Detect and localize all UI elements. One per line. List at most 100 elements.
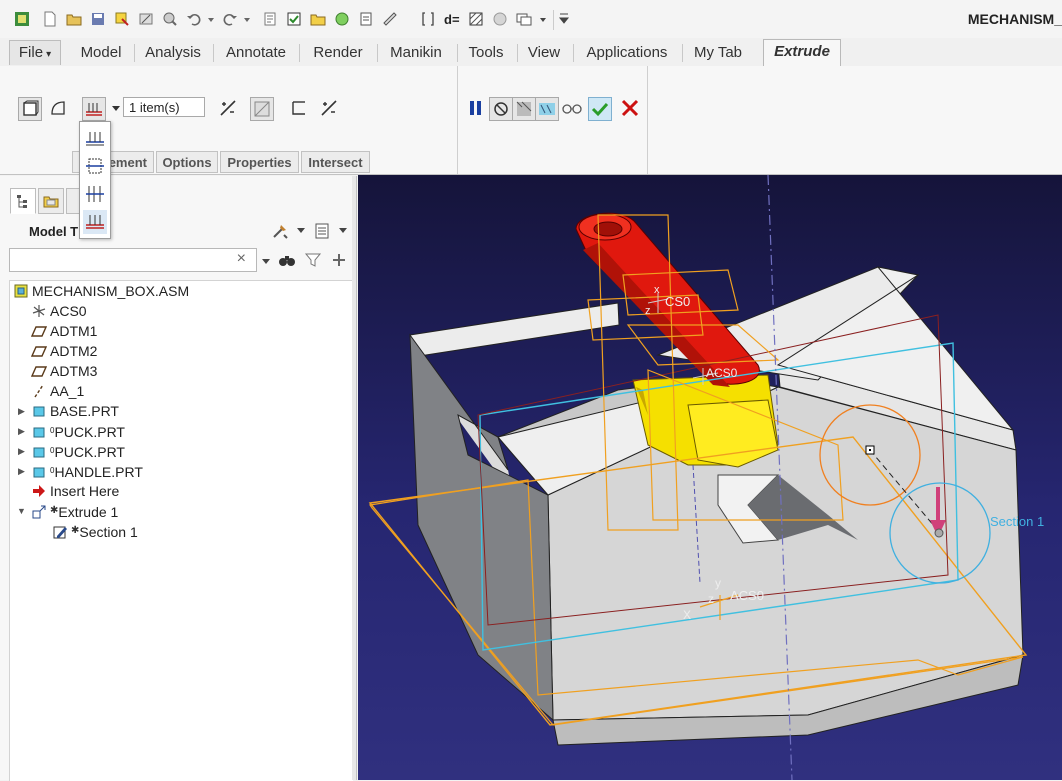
relations-icon[interactable]	[262, 11, 278, 27]
customize-icon[interactable]	[558, 11, 570, 27]
redo-dropdown-icon[interactable]	[242, 11, 252, 27]
collapse-icon[interactable]: ▼	[17, 506, 26, 516]
depth-through-all-icon[interactable]	[83, 210, 107, 234]
extrude-surface-icon[interactable]	[47, 96, 71, 120]
tab-extrude[interactable]: Extrude	[763, 39, 841, 67]
tree-search-input[interactable]: ×	[9, 248, 257, 272]
chevron-down-icon: ▾	[46, 49, 52, 60]
window-icon[interactable]	[138, 11, 154, 27]
find-icon[interactable]	[278, 252, 296, 268]
ok-button[interactable]	[588, 97, 612, 121]
undo-icon[interactable]	[186, 11, 202, 27]
checklist-icon[interactable]	[286, 11, 302, 27]
depth-dropdown-icon[interactable]	[111, 103, 121, 113]
open-icon[interactable]	[66, 11, 82, 27]
thicken-sketch-icon[interactable]	[287, 96, 311, 120]
search-dropdown-icon[interactable]	[262, 257, 270, 265]
tree-item-base[interactable]: BASE.PRT	[31, 401, 119, 421]
windows-icon[interactable]	[516, 11, 532, 27]
tree-item-puck-2[interactable]: 0PUCK.PRT	[31, 441, 125, 461]
brackets-icon[interactable]	[420, 11, 436, 27]
tab-my-tab[interactable]: My Tab	[685, 41, 751, 65]
thicken-flip-icon[interactable]	[317, 96, 341, 120]
folder-browser-tab[interactable]	[38, 188, 64, 214]
extrude-icon	[32, 505, 46, 519]
tree-item-adtm1[interactable]: ADTM1	[31, 321, 97, 341]
subtab-intersect[interactable]: Intersect	[301, 151, 370, 173]
tree-item-aa1[interactable]: AA_1	[31, 381, 84, 401]
clear-search-icon[interactable]: ×	[237, 250, 246, 268]
windows-dropdown-icon[interactable]	[538, 11, 548, 27]
tree-item-handle[interactable]: 0HANDLE.PRT	[31, 461, 143, 481]
tab-file[interactable]: File ▾	[9, 40, 61, 65]
tab-render[interactable]: Render	[302, 41, 374, 65]
toolbar-divider	[553, 10, 554, 30]
close-window-icon[interactable]	[162, 11, 178, 27]
filter-icon[interactable]	[304, 252, 322, 268]
regenerate-icon[interactable]	[114, 11, 130, 27]
pause-icon[interactable]	[464, 96, 488, 120]
tree-item-adtm3[interactable]: ADTM3	[31, 361, 97, 381]
status-icon[interactable]	[492, 11, 508, 27]
tab-tools[interactable]: Tools	[460, 41, 512, 65]
tree-item-acs0[interactable]: ACS0	[31, 301, 87, 321]
model-tree-tab[interactable]	[10, 188, 36, 214]
model-graphics: Section 1 ACS0 CS0 ACS0 y z X x z	[368, 175, 1044, 780]
tab-model[interactable]: Model	[70, 41, 132, 65]
show-icon[interactable]	[314, 222, 330, 240]
tab-annotate[interactable]: Annotate	[216, 41, 296, 65]
expand-icon[interactable]: ▶	[18, 406, 25, 417]
no-preview-icon[interactable]	[489, 97, 513, 121]
favorites-tab[interactable]	[66, 188, 80, 214]
subtab-options[interactable]: Options	[156, 151, 218, 173]
depth-value-input[interactable]: 1 item(s)	[123, 97, 205, 117]
tree-item-section-1[interactable]: ✱Section 1	[52, 521, 138, 541]
new-icon[interactable]	[42, 11, 58, 27]
flip-direction-icon[interactable]	[216, 96, 240, 120]
depth-through-all-icon[interactable]	[82, 97, 106, 121]
hatch-icon[interactable]	[468, 11, 484, 27]
folder-icon	[43, 196, 59, 208]
graphics-window[interactable]: Section 1 ACS0 CS0 ACS0 y z X x z	[358, 175, 1062, 780]
settings-dropdown-icon[interactable]	[297, 226, 305, 234]
preview-icon[interactable]	[512, 97, 536, 121]
expand-icon[interactable]: ▶	[18, 466, 25, 477]
tab-applications[interactable]: Applications	[576, 41, 678, 65]
save-icon[interactable]	[90, 11, 106, 27]
tree-item-assembly[interactable]: MECHANISM_BOX.ASM	[13, 281, 189, 301]
expand-icon[interactable]: ▶	[18, 446, 25, 457]
tab-analysis[interactable]: Analysis	[137, 41, 209, 65]
undo-dropdown-icon[interactable]	[206, 11, 216, 27]
depth-to-next-icon[interactable]	[83, 182, 107, 206]
tree-item-insert-here[interactable]: Insert Here	[31, 481, 119, 501]
cancel-button[interactable]	[618, 96, 642, 120]
measure-icon[interactable]	[382, 11, 398, 27]
remove-material-icon[interactable]	[250, 97, 274, 121]
add-column-icon[interactable]	[331, 252, 347, 268]
folder-icon[interactable]	[310, 11, 326, 27]
extrude-solid-icon[interactable]	[18, 97, 42, 121]
depth-blind-icon[interactable]	[83, 126, 107, 150]
tree-item-extrude-1[interactable]: ✱Extrude 1	[31, 501, 118, 521]
show-dropdown-icon[interactable]	[339, 226, 347, 234]
expand-icon[interactable]: ▶	[18, 426, 25, 437]
axis-z-label: z	[645, 305, 651, 317]
part-icon	[33, 427, 45, 438]
redo-icon[interactable]	[222, 11, 238, 27]
dimension-icon[interactable]: d=	[444, 11, 460, 27]
tree-item-label: Extrude 1	[58, 504, 119, 520]
tree-item-adtm2[interactable]: ADTM2	[31, 341, 97, 361]
model-tree-header: Model T	[9, 220, 353, 244]
depth-symmetric-icon[interactable]	[83, 154, 107, 178]
app-icon[interactable]	[14, 11, 30, 27]
tree-item-puck-1[interactable]: 0PUCK.PRT	[31, 421, 125, 441]
appearance-icon[interactable]	[334, 11, 350, 27]
subtab-properties[interactable]: Properties	[220, 151, 299, 173]
glasses-icon[interactable]	[560, 96, 584, 120]
parameters-icon[interactable]	[358, 11, 374, 27]
tab-manikin[interactable]: Manikin	[380, 41, 452, 65]
panel-scrollbar[interactable]	[352, 176, 356, 780]
settings-icon[interactable]	[271, 222, 289, 240]
tab-view[interactable]: View	[520, 41, 568, 65]
verify-icon[interactable]	[535, 97, 559, 121]
